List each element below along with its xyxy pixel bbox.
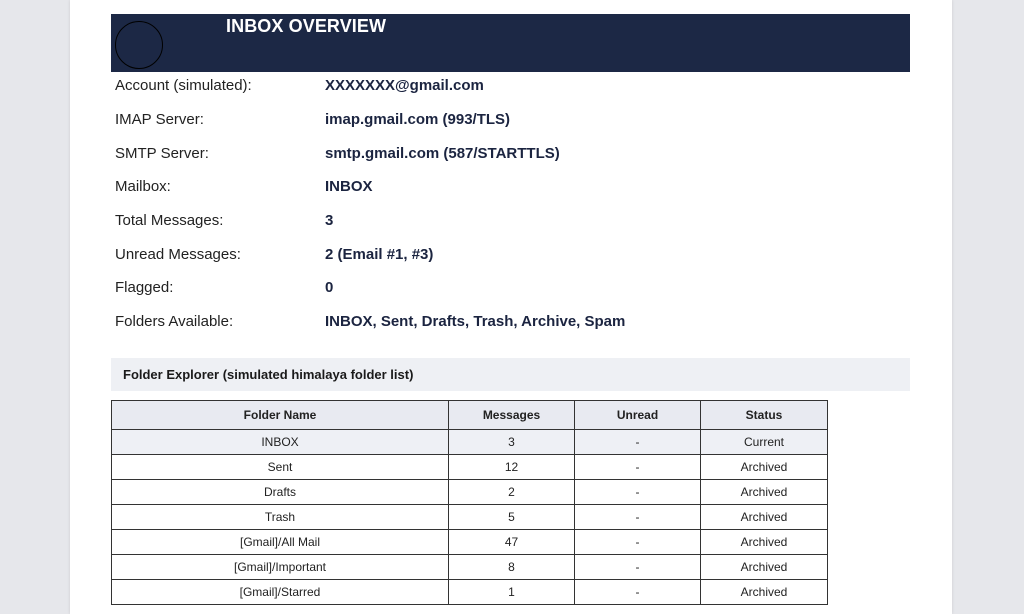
info-label: Unread Messages:: [115, 246, 241, 263]
info-value: 3: [325, 212, 334, 229]
messages-cell: 2: [448, 479, 575, 505]
table-row: INBOX 3 - Current: [111, 429, 828, 455]
table-row: [Gmail]/All Mail 47 - Archived: [111, 529, 828, 555]
document-page: INBOX OVERVIEW Account (simulated): XXXX…: [70, 0, 952, 614]
column-header-status: Status: [700, 400, 828, 430]
status-cell: Archived: [700, 554, 828, 580]
unread-cell: -: [574, 554, 701, 580]
folder-table: Folder Name Messages Unread Status INBOX…: [111, 400, 828, 605]
status-cell: Archived: [700, 504, 828, 530]
logo-circle-icon: [115, 21, 163, 69]
folder-explorer-section: Folder Explorer (simulated himalaya fold…: [111, 358, 910, 391]
info-label: Total Messages:: [115, 212, 224, 229]
info-label: IMAP Server:: [115, 111, 204, 128]
unread-cell: -: [574, 429, 701, 455]
folder-name-cell: [Gmail]/Starred: [111, 579, 449, 605]
unread-cell: -: [574, 504, 701, 530]
folder-name-cell: Drafts: [111, 479, 449, 505]
messages-cell: 12: [448, 454, 575, 480]
folder-name-cell: [Gmail]/Important: [111, 554, 449, 580]
unread-cell: -: [574, 529, 701, 555]
messages-cell: 3: [448, 429, 575, 455]
status-cell: Archived: [700, 529, 828, 555]
info-label: Mailbox:: [115, 178, 171, 195]
info-label: SMTP Server:: [115, 145, 209, 162]
info-value: INBOX: [325, 178, 373, 195]
table-header-row: Folder Name Messages Unread Status: [111, 400, 828, 430]
messages-cell: 8: [448, 554, 575, 580]
page-title: INBOX OVERVIEW: [226, 16, 387, 36]
column-header-unread: Unread: [574, 400, 701, 430]
folder-name-cell: INBOX: [111, 429, 449, 455]
info-value: XXXXXXX@gmail.com: [325, 77, 484, 94]
info-label: Flagged:: [115, 279, 174, 296]
table-row: Trash 5 - Archived: [111, 504, 828, 530]
info-value: INBOX, Sent, Drafts, Trash, Archive, Spa…: [325, 313, 626, 330]
info-value: 2 (Email #1, #3): [325, 246, 434, 263]
table-row: [Gmail]/Starred 1 - Archived: [111, 579, 828, 605]
unread-cell: -: [574, 454, 701, 480]
info-value: imap.gmail.com (993/TLS): [325, 111, 511, 128]
column-header-folder-name: Folder Name: [111, 400, 449, 430]
info-label: Folders Available:: [115, 313, 234, 330]
info-value: smtp.gmail.com (587/STARTTLS): [325, 145, 560, 162]
status-cell: Archived: [700, 579, 828, 605]
table-row: Drafts 2 - Archived: [111, 479, 828, 505]
messages-cell: 47: [448, 529, 575, 555]
status-cell: Archived: [700, 479, 828, 505]
folder-name-cell: Trash: [111, 504, 449, 530]
status-cell: Archived: [700, 454, 828, 480]
column-header-messages: Messages: [448, 400, 575, 430]
table-row: [Gmail]/Important 8 - Archived: [111, 554, 828, 580]
info-label: Account (simulated):: [115, 77, 252, 94]
folder-name-cell: Sent: [111, 454, 449, 480]
table-row: Sent 12 - Archived: [111, 454, 828, 480]
status-cell: Current: [700, 429, 828, 455]
header-banner: INBOX OVERVIEW: [111, 14, 910, 72]
folder-name-cell: [Gmail]/All Mail: [111, 529, 449, 555]
unread-cell: -: [574, 479, 701, 505]
unread-cell: -: [574, 579, 701, 605]
info-value: 0: [325, 279, 334, 296]
section-title: Folder Explorer (simulated himalaya fold…: [123, 367, 414, 382]
messages-cell: 5: [448, 504, 575, 530]
messages-cell: 1: [448, 579, 575, 605]
